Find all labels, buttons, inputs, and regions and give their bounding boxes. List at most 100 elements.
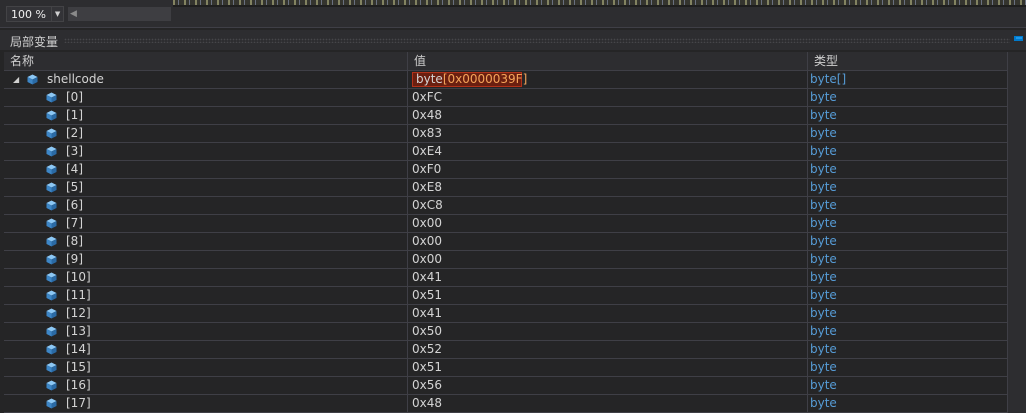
title-grip bbox=[64, 38, 1010, 43]
field-cube-icon bbox=[27, 74, 38, 85]
table-row[interactable]: [5] 0xE8 byte bbox=[4, 179, 1008, 197]
element-index: [17] bbox=[66, 396, 91, 410]
table-row[interactable]: [0] 0xFC byte bbox=[4, 89, 1008, 107]
name-cell: ◢ shellcode bbox=[4, 71, 407, 88]
value-cell[interactable]: 0x83 bbox=[408, 125, 807, 142]
value-cell[interactable]: 0x48 bbox=[408, 395, 807, 412]
table-row[interactable]: [17] 0x48 byte bbox=[4, 395, 1008, 413]
panel-title: 局部变量 bbox=[10, 33, 65, 50]
code-preview-base bbox=[173, 5, 1026, 7]
value-cell[interactable]: 0x51 bbox=[408, 359, 807, 376]
field-cube-icon bbox=[46, 344, 57, 355]
value-cell[interactable]: 0x00 bbox=[408, 233, 807, 250]
field-cube-icon bbox=[46, 272, 57, 283]
type-cell: byte bbox=[810, 288, 837, 302]
value-cell[interactable]: 0x52 bbox=[408, 341, 807, 358]
field-cube-icon bbox=[46, 92, 57, 103]
table-row[interactable]: [7] 0x00 byte bbox=[4, 215, 1008, 233]
locals-window: 100 % ▼ ◀ 局部变量 名称 值 类型 ◢ shellcode byte[… bbox=[0, 0, 1026, 413]
value-cell[interactable]: 0x41 bbox=[408, 305, 807, 322]
column-header-name[interactable]: 名称 bbox=[4, 52, 407, 70]
element-index: [15] bbox=[66, 360, 91, 374]
type-cell: byte bbox=[810, 216, 837, 230]
table-row[interactable]: [10] 0x41 byte bbox=[4, 269, 1008, 287]
table-row[interactable]: [6] 0xC8 byte bbox=[4, 197, 1008, 215]
table-row[interactable]: [13] 0x50 byte bbox=[4, 323, 1008, 341]
name-cell: [2] bbox=[4, 125, 407, 142]
type-cell: byte bbox=[810, 108, 837, 122]
table-row[interactable]: [8] 0x00 byte bbox=[4, 233, 1008, 251]
type-cell: byte bbox=[810, 252, 837, 266]
type-cell: byte bbox=[810, 324, 837, 338]
element-index: [1] bbox=[66, 108, 83, 122]
name-cell: [10] bbox=[4, 269, 407, 286]
field-cube-icon bbox=[46, 236, 57, 247]
value-cell[interactable]: 0x00 bbox=[408, 251, 807, 268]
value-cell[interactable]: 0x51 bbox=[408, 287, 807, 304]
value-length: [0x0000039F] bbox=[442, 72, 528, 86]
table-row[interactable]: [2] 0x83 byte bbox=[4, 125, 1008, 143]
value-cell[interactable]: 0x00 bbox=[408, 215, 807, 232]
element-index: [16] bbox=[66, 378, 91, 392]
value-cell[interactable]: 0x41 bbox=[408, 269, 807, 286]
name-cell: [16] bbox=[4, 377, 407, 394]
column-divider-name[interactable] bbox=[407, 52, 408, 413]
element-index: [7] bbox=[66, 216, 83, 230]
field-cube-icon bbox=[46, 398, 57, 409]
table-row[interactable]: [3] 0xE4 byte bbox=[4, 143, 1008, 161]
table-row[interactable]: [14] 0x52 byte bbox=[4, 341, 1008, 359]
table-row[interactable]: [12] 0x41 byte bbox=[4, 305, 1008, 323]
type-cell: byte bbox=[810, 396, 837, 410]
name-cell: [12] bbox=[4, 305, 407, 322]
type-cell: byte bbox=[810, 342, 837, 356]
pin-icon[interactable] bbox=[1014, 36, 1023, 41]
value-cell[interactable]: 0xC8 bbox=[408, 197, 807, 214]
type-cell: byte bbox=[810, 234, 837, 248]
editor-horizontal-scrollbar[interactable]: ◀ bbox=[68, 7, 171, 21]
table-row[interactable]: [9] 0x00 byte bbox=[4, 251, 1008, 269]
value-cell[interactable]: 0xE4 bbox=[408, 143, 807, 160]
value-cell[interactable]: 0xE8 bbox=[408, 179, 807, 196]
type-cell: byte bbox=[810, 180, 837, 194]
editor-bottom-bar: 100 % ▼ ◀ bbox=[0, 0, 1026, 28]
field-cube-icon bbox=[46, 380, 57, 391]
name-cell: [8] bbox=[4, 233, 407, 250]
table-row[interactable]: [15] 0x51 byte bbox=[4, 359, 1008, 377]
panel-header[interactable]: 局部变量 bbox=[0, 30, 1026, 50]
column-divider-value[interactable] bbox=[807, 52, 808, 413]
collapse-triangle-icon[interactable]: ◢ bbox=[13, 71, 19, 88]
value-cell[interactable]: 0xFC bbox=[408, 89, 807, 106]
table-row-shellcode[interactable]: ◢ shellcode byte[0x0000039F] byte[] bbox=[4, 71, 1008, 89]
name-cell: [17] bbox=[4, 395, 407, 412]
name-cell: [3] bbox=[4, 143, 407, 160]
column-header-value[interactable]: 值 bbox=[408, 52, 807, 70]
field-cube-icon bbox=[46, 290, 57, 301]
element-index: [13] bbox=[66, 324, 91, 338]
element-index: [9] bbox=[66, 252, 83, 266]
column-header-type[interactable]: 类型 bbox=[808, 52, 1008, 70]
table-row[interactable]: [1] 0x48 byte bbox=[4, 107, 1008, 125]
zoom-combobox[interactable]: 100 % ▼ bbox=[6, 6, 64, 22]
name-cell: [13] bbox=[4, 323, 407, 340]
type-cell: byte bbox=[810, 90, 837, 104]
element-index: [12] bbox=[66, 306, 91, 320]
value-cell[interactable]: 0xF0 bbox=[408, 161, 807, 178]
type-cell: byte bbox=[810, 144, 837, 158]
chevron-down-icon[interactable]: ▼ bbox=[51, 7, 63, 21]
name-cell: [9] bbox=[4, 251, 407, 268]
value-cell[interactable]: 0x50 bbox=[408, 323, 807, 340]
element-index: [10] bbox=[66, 270, 91, 284]
field-cube-icon bbox=[46, 128, 57, 139]
type-cell: byte bbox=[810, 162, 837, 176]
table-row[interactable]: [4] 0xF0 byte bbox=[4, 161, 1008, 179]
value-cell[interactable]: 0x48 bbox=[408, 107, 807, 124]
locals-grid: 名称 值 类型 ◢ shellcode byte[0x0000039F] byt… bbox=[4, 52, 1008, 413]
table-row[interactable]: [11] 0x51 byte bbox=[4, 287, 1008, 305]
scroll-left-arrow-icon[interactable]: ◀ bbox=[70, 7, 77, 21]
field-cube-icon bbox=[46, 164, 57, 175]
table-row[interactable]: [16] 0x56 byte bbox=[4, 377, 1008, 395]
value-cell[interactable]: 0x56 bbox=[408, 377, 807, 394]
value-cell[interactable]: byte[0x0000039F] bbox=[408, 71, 807, 88]
type-cell: byte bbox=[810, 198, 837, 212]
element-index: [8] bbox=[66, 234, 83, 248]
